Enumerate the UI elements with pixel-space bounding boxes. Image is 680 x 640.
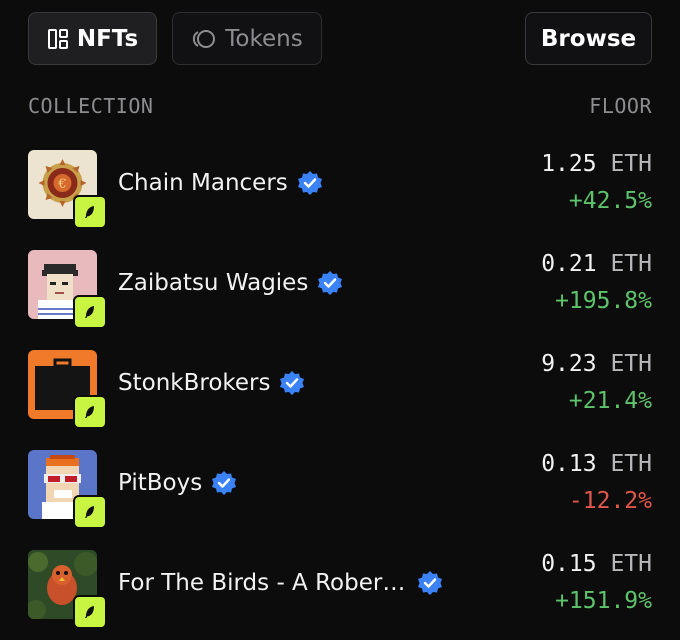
grid-icon <box>47 28 69 50</box>
collection-name: PitBoys <box>118 470 237 496</box>
collection-name: StonkBrokers <box>118 370 305 396</box>
verified-check-icon <box>211 470 237 496</box>
tokens-icon <box>191 28 217 50</box>
collection-row[interactable]: Zaibatsu Wagies 0.21 ETH +195.8% <box>28 250 652 334</box>
feather-icon <box>73 195 107 229</box>
tab-tokens[interactable]: Tokens <box>172 12 322 65</box>
tab-nfts[interactable]: NFTs <box>28 12 157 65</box>
collection-row[interactable]: For The Birds - A Rober… 0.15 ETH +151.9… <box>28 550 652 634</box>
verified-check-icon <box>297 170 323 196</box>
feather-icon <box>73 595 107 629</box>
collection-name: For The Birds - A Rober… <box>118 570 443 596</box>
collection-name-text: For The Birds - A Rober… <box>118 570 406 596</box>
floor-price-value: 0.13 <box>541 451 597 477</box>
floor-change: +42.5% <box>568 188 652 214</box>
floor-price-unit: ETH <box>610 251 652 277</box>
browse-button[interactable]: Browse <box>525 12 652 65</box>
floor-price: 0.21 ETH <box>541 251 652 277</box>
column-header-floor: FLOOR <box>589 94 652 118</box>
collection-row[interactable]: StonkBrokers 9.23 ETH +21.4% <box>28 350 652 434</box>
floor-change: +195.8% <box>555 288 652 314</box>
collection-name-text: StonkBrokers <box>118 370 271 396</box>
collection-row[interactable]: PitBoys 0.13 ETH -12.2% <box>28 450 652 534</box>
floor-price-unit: ETH <box>610 351 652 377</box>
collection-name: Chain Mancers <box>118 170 323 196</box>
floor-price: 9.23 ETH <box>541 351 652 377</box>
browse-button-label: Browse <box>540 25 637 52</box>
floor-price: 0.13 ETH <box>541 451 652 477</box>
tab-tokens-label: Tokens <box>225 25 303 52</box>
floor-price-unit: ETH <box>610 451 652 477</box>
table-header: COLLECTION FLOOR <box>28 94 652 120</box>
collection-name: Zaibatsu Wagies <box>118 270 343 296</box>
floor-price-unit: ETH <box>610 551 652 577</box>
floor-price: 0.15 ETH <box>541 551 652 577</box>
collection-name-text: Zaibatsu Wagies <box>118 270 309 296</box>
feather-icon <box>73 395 107 429</box>
collection-row[interactable]: € Chain Mancers 1.25 ETH +42.5% <box>28 150 652 234</box>
verified-check-icon <box>279 370 305 396</box>
feather-icon <box>73 295 107 329</box>
feather-icon <box>73 495 107 529</box>
floor-price-value: 0.15 <box>541 551 597 577</box>
floor-price: 1.25 ETH <box>541 151 652 177</box>
svg-text:€: € <box>57 177 66 192</box>
column-header-collection: COLLECTION <box>28 94 154 118</box>
tab-nfts-label: NFTs <box>76 25 139 52</box>
floor-change: +21.4% <box>568 388 652 414</box>
tab-bar: NFTs Tokens Browse <box>28 12 652 67</box>
collection-name-text: Chain Mancers <box>118 170 288 196</box>
floor-price-value: 1.25 <box>541 151 597 177</box>
verified-check-icon <box>417 570 443 596</box>
floor-change: -12.2% <box>568 488 652 514</box>
floor-price-value: 0.21 <box>541 251 597 277</box>
floor-price-unit: ETH <box>610 151 652 177</box>
collection-name-text: PitBoys <box>118 470 203 496</box>
floor-price-value: 9.23 <box>541 351 597 377</box>
floor-change: +151.9% <box>555 588 652 614</box>
verified-check-icon <box>317 270 343 296</box>
